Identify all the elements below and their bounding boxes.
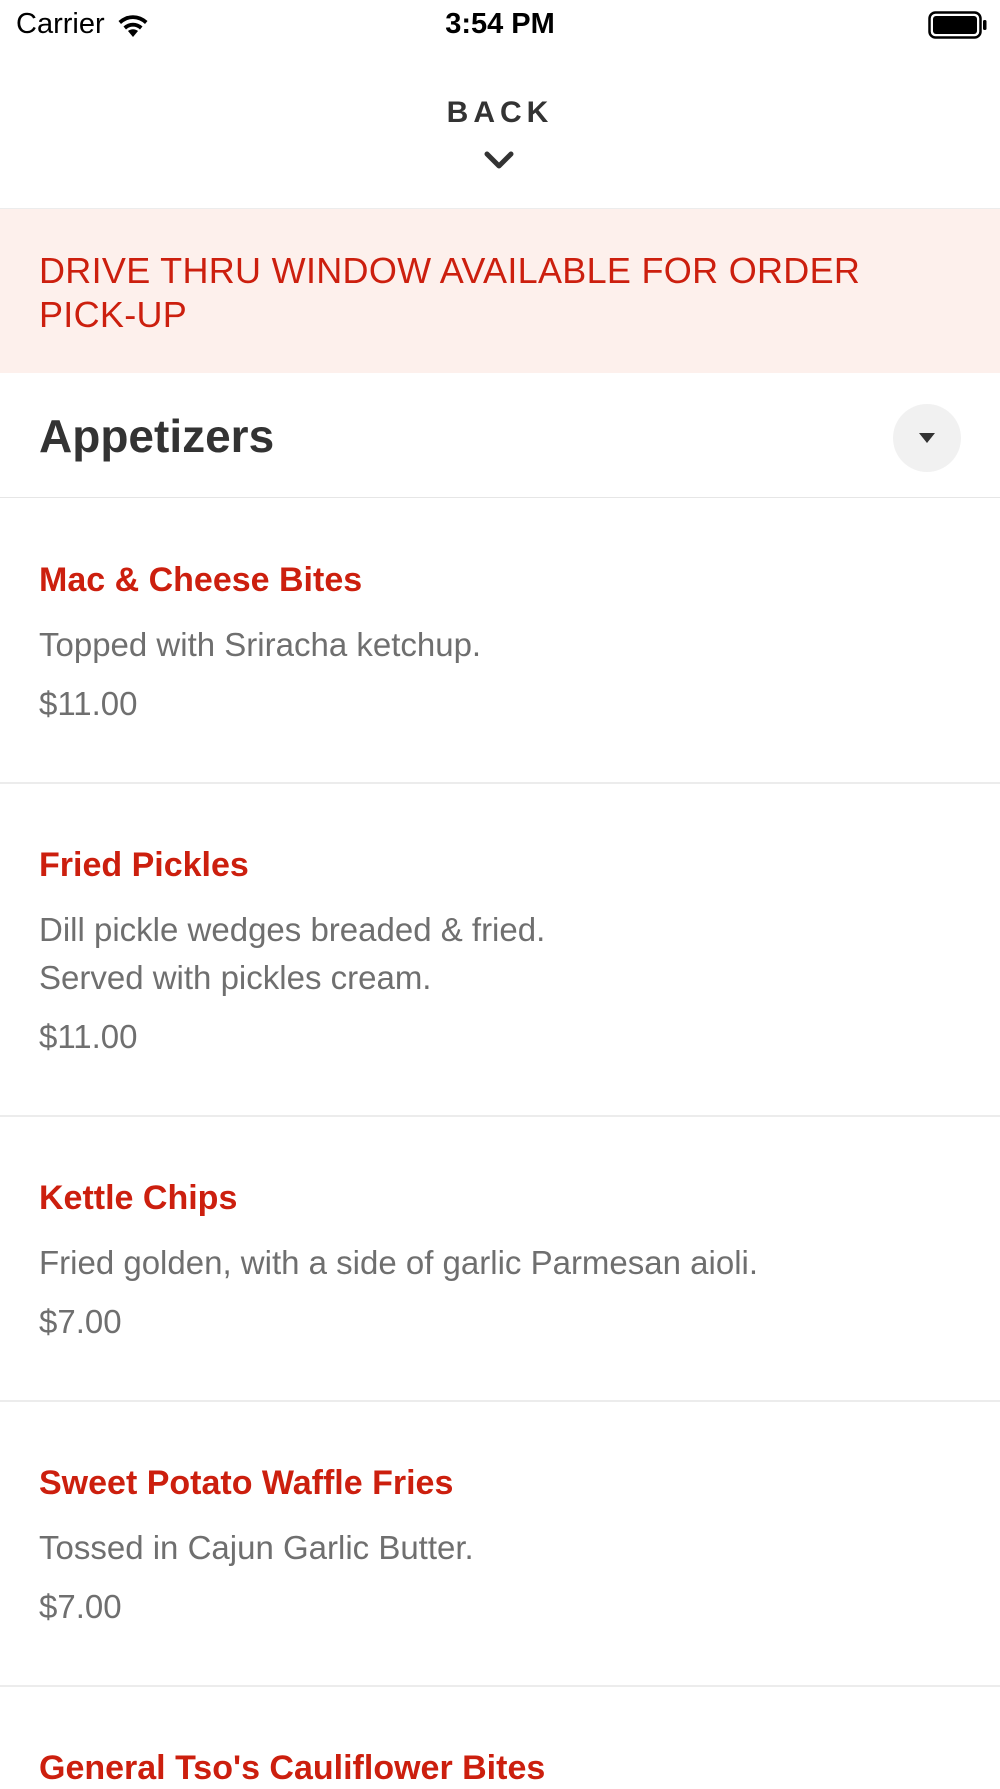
battery-icon — [928, 11, 987, 39]
back-label: BACK — [446, 96, 554, 129]
section-title: Appetizers — [39, 410, 275, 462]
item-name: Kettle Chips — [39, 1179, 238, 1217]
item-description: Tossed in Cajun Garlic Butter. — [39, 1529, 474, 1566]
menu-item[interactable]: Fried Pickles Dill pickle wedges breaded… — [0, 784, 1000, 1117]
menu-item[interactable]: Sweet Potato Waffle Fries Tossed in Caju… — [0, 1402, 1000, 1687]
item-name: Sweet Potato Waffle Fries — [39, 1464, 454, 1502]
item-price: $7.00 — [39, 1303, 122, 1340]
item-price: $11.00 — [39, 1018, 138, 1055]
menu-item[interactable]: General Tso's Cauliflower Bites — [0, 1687, 1000, 1787]
drive-thru-banner: DRIVE THRU WINDOW AVAILABLE FOR ORDER PI… — [0, 209, 1000, 373]
back-button[interactable]: BACK — [0, 50, 1000, 209]
status-time: 3:54 PM — [445, 8, 555, 40]
item-name: Fried Pickles — [39, 846, 249, 884]
menu-item[interactable]: Mac & Cheese Bites Topped with Sriracha … — [0, 499, 1000, 784]
item-name: General Tso's Cauliflower Bites — [39, 1749, 546, 1787]
banner-text: DRIVE THRU WINDOW AVAILABLE FOR ORDER PI… — [39, 250, 861, 335]
section-header: Appetizers — [0, 373, 1000, 498]
item-description: Topped with Sriracha ketchup. — [39, 626, 482, 663]
menu-list: Mac & Cheese Bites Topped with Sriracha … — [0, 499, 1000, 1787]
caret-down-icon — [919, 433, 935, 443]
item-price: $11.00 — [39, 685, 138, 722]
item-price: $7.00 — [39, 1588, 122, 1625]
item-name: Mac & Cheese Bites — [39, 561, 363, 599]
item-description: Dill pickle wedges breaded & fried. Serv… — [39, 911, 546, 996]
chevron-down-icon — [484, 151, 514, 169]
item-description: Fried golden, with a side of garlic Parm… — [39, 1244, 759, 1281]
menu-item[interactable]: Kettle Chips Fried golden, with a side o… — [0, 1117, 1000, 1402]
status-bar: Carrier 3:54 PM — [0, 0, 1000, 50]
section-toggle-button[interactable] — [893, 404, 961, 472]
